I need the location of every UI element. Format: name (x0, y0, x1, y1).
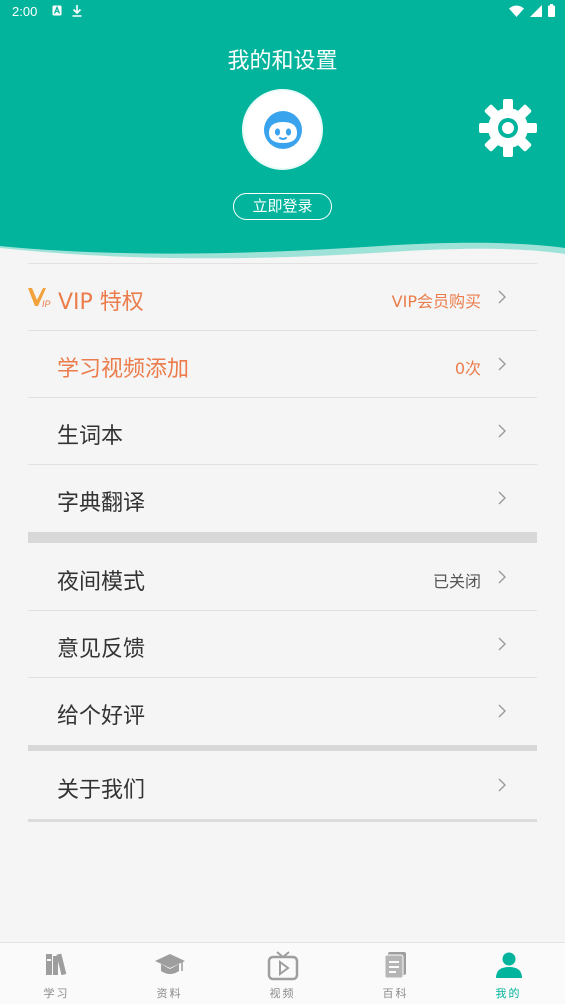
menu-group-settings: 夜间模式 已关闭 意见反馈 给个好评 (28, 544, 537, 751)
header-wave-divider (0, 242, 565, 266)
robot-face-icon (264, 111, 302, 149)
status-time: 2:00 (12, 4, 38, 19)
menu-item-label: 给个好评 (57, 704, 146, 729)
graduation-cap-icon (154, 954, 185, 974)
menu-group-main: IP VIP 特权 VIP会员购买 学习视频添加 0次 生词本 字典翻译 (28, 263, 537, 543)
chevron-right-icon (498, 637, 506, 651)
menu-item-night-mode[interactable]: 夜间模式 已关闭 (28, 544, 537, 611)
tab-label: 学习 (43, 987, 70, 1000)
battery-icon (548, 4, 555, 17)
tab-encyclopedia[interactable]: 百科 (339, 943, 452, 1004)
menu-item-rate[interactable]: 给个好评 (28, 678, 537, 745)
menu-item-vip[interactable]: IP VIP 特权 VIP会员购买 (28, 264, 537, 331)
status-system-icons (509, 4, 555, 17)
tab-mine[interactable]: 我的 (452, 943, 565, 1004)
menu-item-value: VIP会员购买 (391, 292, 481, 311)
tab-label: 百科 (382, 987, 409, 1000)
menu-item-vocabulary[interactable]: 生词本 (28, 398, 537, 465)
tab-label: 我的 (495, 987, 522, 1000)
chevron-right-icon (498, 357, 506, 371)
profile-header: 2:00 我的和设置 立即登录 (0, 0, 565, 266)
bottom-tab-bar: 学习 资料 视频 百科 我的 (0, 942, 565, 1004)
list-bottom-divider (28, 819, 537, 822)
tv-play-icon (267, 951, 298, 981)
menu-item-about[interactable]: 关于我们 (28, 752, 537, 819)
app-notification-icon (52, 5, 62, 16)
settings-button[interactable] (478, 98, 538, 158)
tab-study[interactable]: 学习 (0, 943, 113, 1004)
tab-label: 资料 (156, 987, 183, 1000)
chevron-right-icon (498, 290, 506, 304)
status-notification-icons (52, 5, 82, 17)
menu-item-value: 已关闭 (432, 572, 481, 591)
menu-group-about: 关于我们 (28, 752, 537, 822)
tab-materials[interactable]: 资料 (113, 943, 226, 1004)
gear-icon (479, 99, 537, 157)
chevron-right-icon (498, 570, 506, 584)
chevron-right-icon (498, 424, 506, 438)
download-icon (72, 5, 82, 17)
menu-item-label: 生词本 (57, 424, 124, 449)
menu-item-label: 关于我们 (57, 778, 146, 803)
chevron-right-icon (498, 778, 506, 792)
tab-label: 视频 (269, 987, 296, 1000)
books-icon (45, 953, 66, 976)
svg-text:IP: IP (42, 299, 51, 308)
vip-icon: IP (28, 288, 51, 308)
menu-item-dictionary[interactable]: 字典翻译 (28, 465, 537, 532)
menu-item-label: 意见反馈 (57, 637, 146, 662)
login-button[interactable]: 立即登录 (233, 193, 332, 220)
section-divider (28, 532, 537, 543)
menu-item-label: 字典翻译 (57, 491, 146, 516)
chevron-right-icon (498, 704, 506, 718)
avatar[interactable] (242, 89, 323, 170)
menu-item-value: 0次 (454, 359, 481, 378)
person-icon (495, 952, 522, 978)
tab-video[interactable]: 视频 (226, 943, 339, 1004)
chevron-right-icon (498, 491, 506, 505)
menu-item-label: 夜间模式 (57, 570, 146, 595)
page-title: 我的和设置 (227, 49, 338, 74)
status-bar: 2:00 (0, 0, 565, 24)
signal-icon (530, 4, 542, 17)
menu-item-study-video[interactable]: 学习视频添加 0次 (28, 331, 537, 398)
section-divider (28, 745, 537, 751)
menu-item-feedback[interactable]: 意见反馈 (28, 611, 537, 678)
menu-item-label: 学习视频添加 (57, 357, 190, 382)
menu-item-label: VIP 特权 (58, 290, 144, 315)
profile-page: 2:00 我的和设置 立即登录 IP VIP 特权 VIP会员购买 学习视频添加… (0, 0, 565, 1004)
wifi-icon (509, 5, 524, 17)
document-icon (384, 952, 406, 979)
